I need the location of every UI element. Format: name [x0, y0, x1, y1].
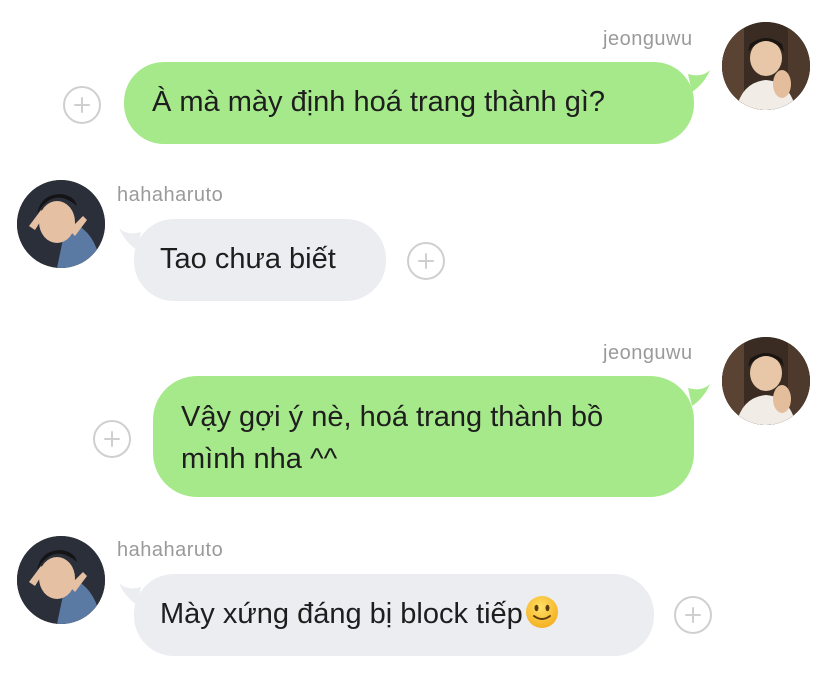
- avatar-photo: [722, 337, 810, 425]
- message-bubble-sent[interactable]: Vậy gợi ý nè, hoá trang thành bồ mình nh…: [153, 376, 694, 497]
- sender-name: hahaharuto: [117, 184, 224, 206]
- message-text-line: Vậy gợi ý nè, hoá trang thành bồ: [181, 401, 604, 433]
- avatar-hahaharuto[interactable]: [17, 536, 105, 624]
- message-bubble-received[interactable]: Mày xứng đáng bị block tiếp: [134, 574, 654, 656]
- add-reaction-button[interactable]: [63, 86, 101, 124]
- plus-icon: [74, 97, 90, 113]
- message-text-line: mình nha ^^: [181, 443, 338, 475]
- avatar-jeonguwu[interactable]: [722, 337, 810, 425]
- plus-icon: [104, 431, 120, 447]
- avatar-photo: [17, 180, 105, 268]
- message-bubble-sent[interactable]: À mà mày định hoá trang thành gì?: [124, 62, 694, 144]
- sender-name: jeonguwu: [603, 342, 693, 364]
- avatar-jeonguwu[interactable]: [722, 22, 810, 110]
- add-reaction-button[interactable]: [674, 596, 712, 634]
- avatar-photo: [17, 536, 105, 624]
- message-text: Mày xứng đáng bị block tiếp: [160, 598, 523, 630]
- slightly-smiling-face-icon: [525, 596, 558, 628]
- sender-name: jeonguwu: [603, 28, 693, 50]
- plus-icon: [685, 607, 701, 623]
- avatar-photo: [722, 22, 810, 110]
- add-reaction-button[interactable]: [407, 242, 445, 280]
- message-text: Tao chưa biết: [160, 243, 336, 275]
- avatar-hahaharuto[interactable]: [17, 180, 105, 268]
- plus-icon: [418, 253, 434, 269]
- message-bubble-received[interactable]: Tao chưa biết: [134, 219, 386, 301]
- bubble-tail: [688, 384, 710, 406]
- sender-name: hahaharuto: [117, 539, 224, 561]
- message-text: À mà mày định hoá trang thành gì?: [152, 86, 606, 118]
- add-reaction-button[interactable]: [93, 420, 131, 458]
